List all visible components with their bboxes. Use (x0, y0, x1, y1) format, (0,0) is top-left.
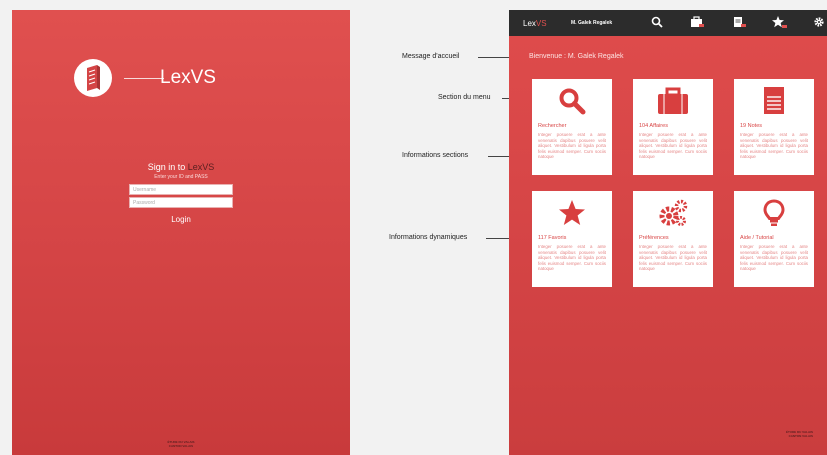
search-icon[interactable] (649, 16, 665, 31)
notes-icon[interactable] (731, 16, 747, 31)
card-text: Integer posuere erat a ante venenatis da… (639, 132, 707, 160)
card-text: Integer posuere erat a ante venenatis da… (639, 244, 707, 272)
card-preferences[interactable]: Préférences Integer posuere erat a ante … (633, 191, 713, 287)
footer-line2: CANTON VALAIS (168, 444, 194, 448)
search-icon (532, 87, 612, 122)
card-text: Integer posuere erat a ante venenatis da… (740, 244, 808, 272)
star-icon (532, 199, 612, 234)
topbar-user-name: M. Galek Regalek (571, 20, 613, 26)
gears-icon (633, 199, 713, 234)
logo-divider (124, 78, 164, 79)
gear-icon[interactable] (811, 16, 827, 31)
briefcase-icon (633, 87, 713, 122)
card-aide[interactable]: Aide / Tutorial Integer posuere erat a a… (734, 191, 814, 287)
brand-vs: VS (535, 19, 547, 28)
briefcase-icon[interactable] (689, 16, 705, 31)
app-home-screen: LexVS M. Galek Regalek Bienvenue : M. Ga… (509, 10, 827, 455)
card-title: 19 Notes (740, 123, 763, 129)
card-title: 117 Favoris (538, 235, 567, 241)
card-title: Préférences (639, 235, 669, 241)
app-footer: ÉTUDE DU VALAIS CANTON VALAIS (786, 430, 813, 438)
notes-icon (734, 87, 814, 122)
card-text: Integer posuere erat a ante venenatis da… (740, 132, 808, 160)
signin-prefix: Sign in to (147, 162, 188, 172)
card-notes[interactable]: 19 Notes Integer posuere erat a ante ven… (734, 79, 814, 175)
topbar-brand[interactable]: LexVS (523, 19, 547, 28)
login-screen: LexVS Sign in to LexVS Enter your ID and… (12, 10, 350, 455)
card-title: 104 Affaires (639, 123, 668, 129)
card-search[interactable]: Rechercher Integer posuere erat a ante v… (532, 79, 612, 175)
top-bar: LexVS M. Galek Regalek (509, 10, 827, 36)
footer-line2: CANTON VALAIS (788, 434, 813, 438)
annotation-menu-section: Section du menu (438, 94, 491, 101)
annotation-section-info: Informations sections (402, 152, 469, 159)
card-title: Aide / Tutorial (740, 235, 774, 241)
annotation-dynamic-info: Informations dynamiques (389, 234, 468, 241)
signin-subtitle: Enter your ID and PASS (154, 174, 208, 180)
app-name: LexVS (160, 67, 216, 88)
annotation-welcome: Message d'accueil (402, 53, 460, 60)
signin-brand: LexVS (187, 162, 215, 172)
star-icon[interactable] (771, 16, 787, 32)
username-field[interactable]: Username (129, 184, 233, 195)
app-logo (74, 59, 112, 97)
lightbulb-icon (734, 199, 814, 234)
password-field[interactable]: Password (129, 197, 233, 208)
brand-lex: Lex (523, 19, 536, 28)
card-affaires[interactable]: 104 Affaires Integer posuere erat a ante… (633, 79, 713, 175)
login-button[interactable]: Login (12, 215, 350, 224)
signin-title: Sign in to LexVS (12, 162, 350, 172)
login-footer: ÉTUDE DU VALAIS CANTON VALAIS (12, 440, 350, 448)
card-text: Integer posuere erat a ante venenatis da… (538, 244, 606, 272)
card-title: Rechercher (538, 123, 567, 129)
welcome-message: Bienvenue : M. Galek Regalek (529, 53, 624, 60)
book-logo-icon (87, 65, 100, 91)
card-text: Integer posuere erat a ante venenatis da… (538, 132, 606, 160)
card-favoris[interactable]: 117 Favoris Integer posuere erat a ante … (532, 191, 612, 287)
